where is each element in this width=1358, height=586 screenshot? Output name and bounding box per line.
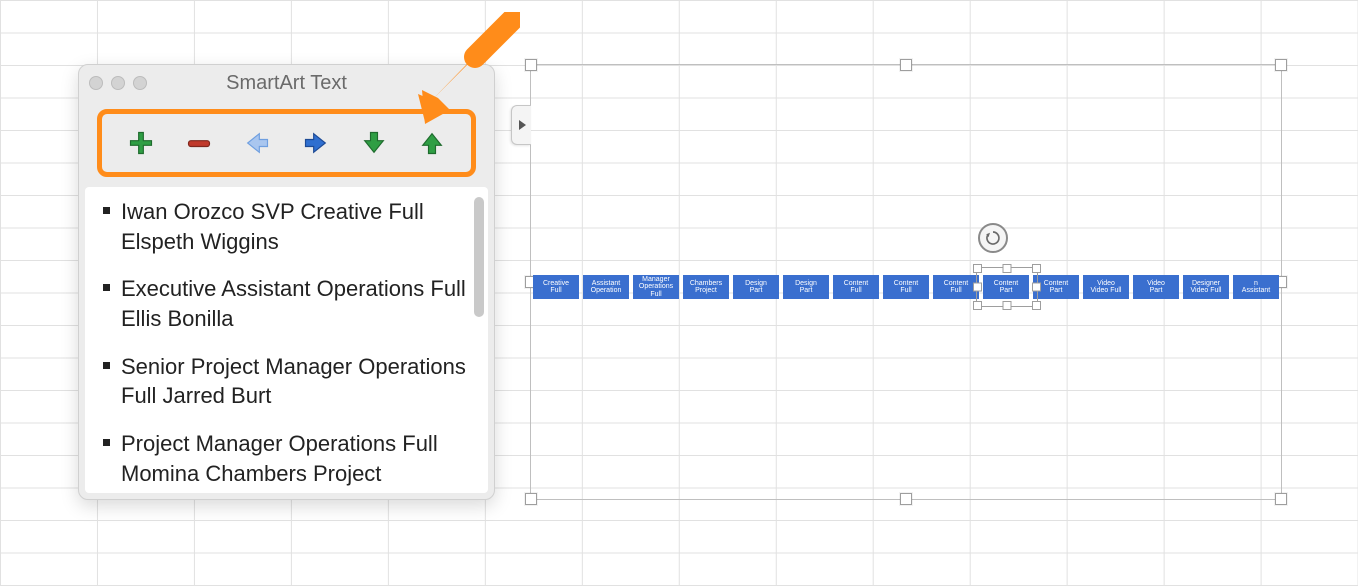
move-up-button[interactable] [409,124,455,162]
smartart-node-row: Creative FullAssistant OperationManager … [531,275,1281,299]
demote-button[interactable] [293,124,339,162]
node-resize-handle[interactable] [1003,264,1012,273]
smartart-node[interactable]: Content Full [883,275,929,299]
plus-icon [127,129,155,157]
smartart-node[interactable]: Chambers Project [683,275,729,299]
panel-title: SmartArt Text [79,72,494,95]
rotate-handle[interactable] [978,223,1008,253]
smartart-node[interactable]: Design Part [783,275,829,299]
arrow-left-icon [243,129,271,157]
resize-handle[interactable] [1275,59,1287,71]
toolbar [79,101,494,183]
node-resize-handle[interactable] [1032,264,1041,273]
smartart-node[interactable]: Design Part [733,275,779,299]
node-resize-handle[interactable] [1032,301,1041,310]
smartart-node[interactable]: Content Part [1033,275,1079,299]
panel-titlebar: SmartArt Text [79,65,494,101]
smartart-node[interactable]: Video Part [1133,275,1179,299]
resize-handle[interactable] [900,59,912,71]
resize-handle[interactable] [525,493,537,505]
rotate-icon [984,229,1002,247]
move-down-button[interactable] [351,124,397,162]
promote-button[interactable] [234,124,280,162]
smartart-node[interactable]: Content Part [983,275,1029,299]
arrow-down-icon [360,129,388,157]
smartart-node[interactable]: Creative Full [533,275,579,299]
smartart-node[interactable]: Video Video Full [1083,275,1129,299]
minus-icon [185,129,213,157]
toolbar-highlight [97,109,476,177]
scrollbar-thumb[interactable] [474,197,484,317]
add-shape-button[interactable] [118,124,164,162]
smartart-text-list[interactable]: Iwan Orozco SVP Creative Full Elspeth Wi… [85,187,488,493]
list-item[interactable]: Senior Project Manager Operations Full J… [103,352,470,411]
chevron-right-icon [517,119,527,131]
smartart-text-panel: SmartArt Text [78,64,495,500]
node-resize-handle[interactable] [1003,301,1012,310]
smartart-node[interactable]: Assistant Operation [583,275,629,299]
resize-handle[interactable] [525,59,537,71]
resize-handle[interactable] [1275,493,1287,505]
expand-text-pane-tab[interactable] [511,105,531,145]
list-item[interactable]: Iwan Orozco SVP Creative Full Elspeth Wi… [103,197,470,256]
resize-handle[interactable] [900,493,912,505]
text-list: Iwan Orozco SVP Creative Full Elspeth Wi… [103,197,470,493]
smartart-node[interactable]: Content Full [833,275,879,299]
remove-shape-button[interactable] [176,124,222,162]
smartart-node[interactable]: n Assistant [1233,275,1279,299]
smartart-node[interactable]: Content Full [933,275,979,299]
smartart-canvas[interactable]: Creative FullAssistant OperationManager … [530,64,1282,500]
arrow-right-icon [302,129,330,157]
arrow-up-icon [418,129,446,157]
node-resize-handle[interactable] [973,301,982,310]
smartart-node[interactable]: Designer Video Full [1183,275,1229,299]
list-item[interactable]: Project Manager Operations Full Momina C… [103,429,470,493]
smartart-node[interactable]: Manager Operations Full [633,275,679,299]
list-item[interactable]: Executive Assistant Operations Full Elli… [103,274,470,333]
node-resize-handle[interactable] [973,264,982,273]
